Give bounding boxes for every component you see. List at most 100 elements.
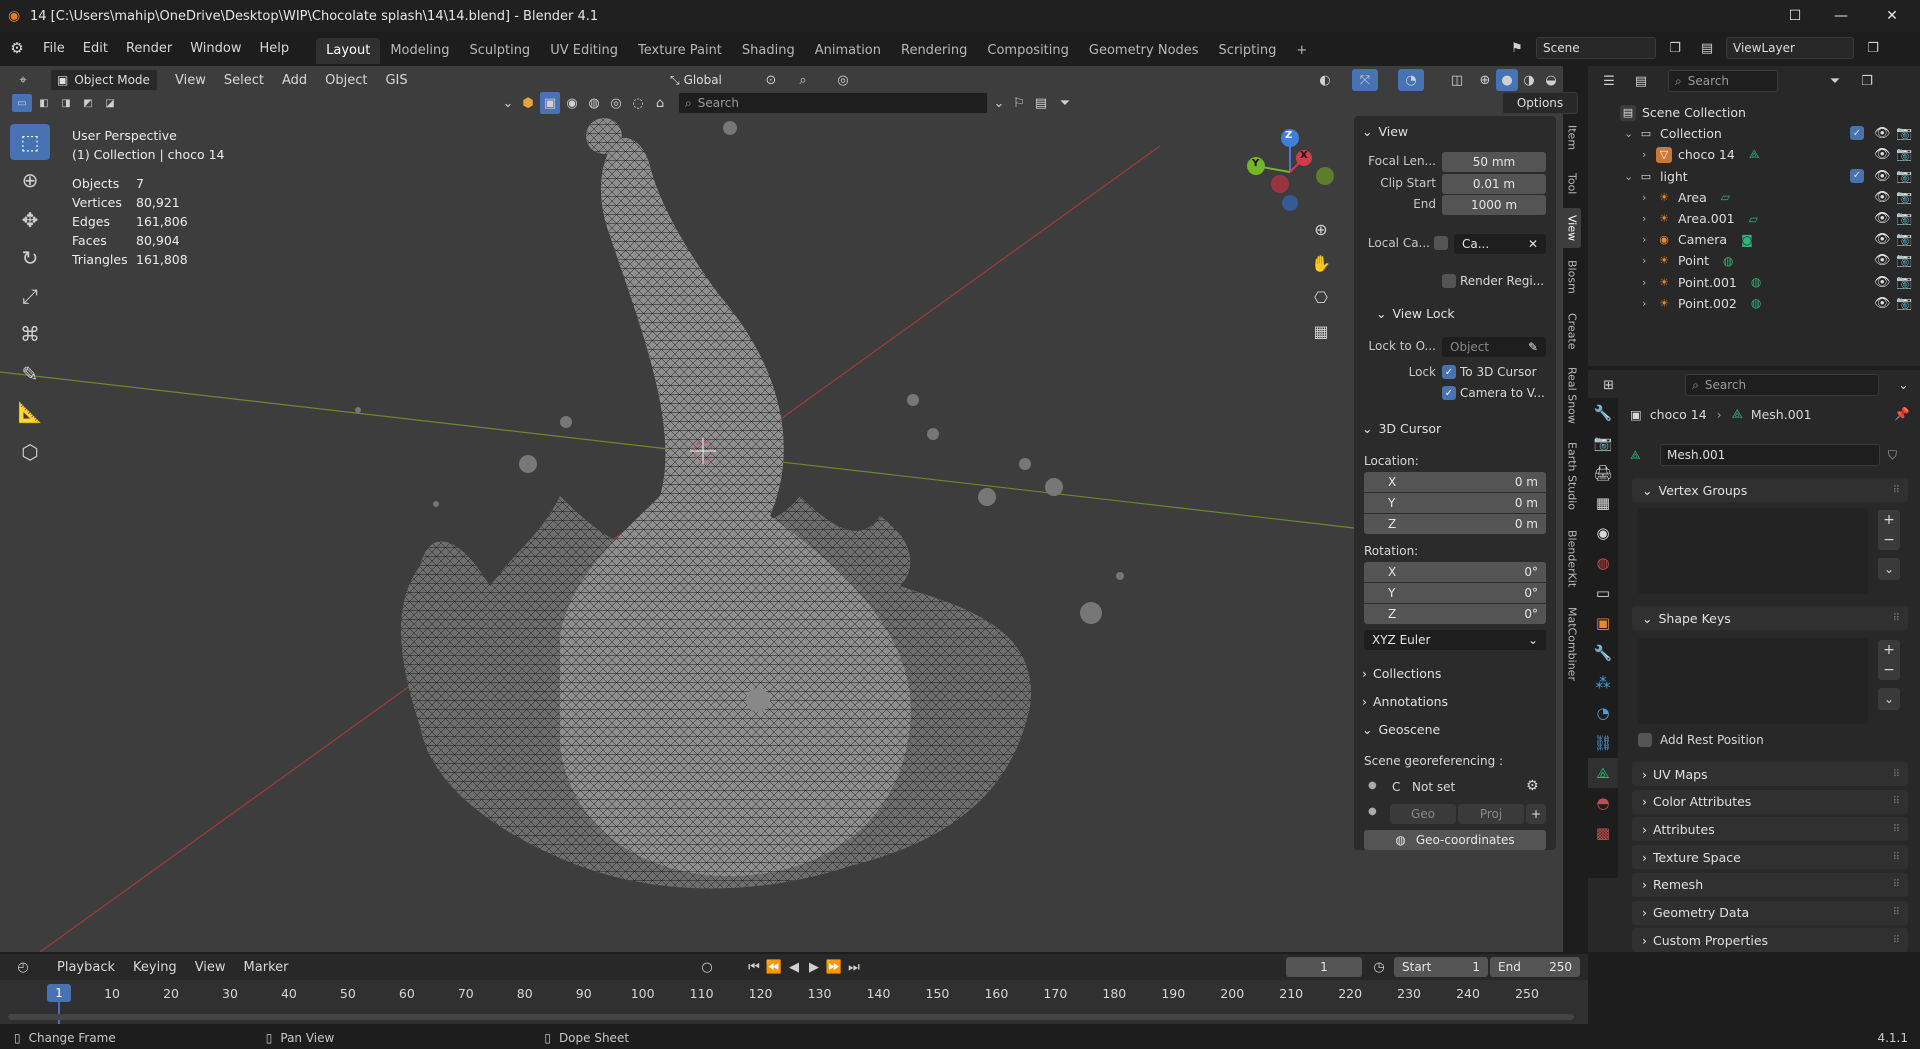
- view-lock-header[interactable]: ⌄ View Lock: [1376, 306, 1455, 321]
- geoscene-section-header[interactable]: ⌄ Geoscene: [1362, 722, 1440, 737]
- properties-editor-icon[interactable]: ⊞: [1596, 374, 1621, 396]
- mesh-browse-icon[interactable]: ⟁: [1630, 448, 1654, 463]
- minimize-button[interactable]: —: [1818, 0, 1864, 32]
- add-cube-tool-icon[interactable]: ⬡: [10, 434, 50, 470]
- modifier-tab-icon[interactable]: 🔧: [1588, 638, 1618, 668]
- editor-type-icon[interactable]: ⌖: [10, 69, 36, 91]
- vp-menu-gis[interactable]: GIS: [376, 73, 416, 88]
- geo-button[interactable]: Geo: [1390, 804, 1456, 824]
- rotate-tool-icon[interactable]: ↻: [10, 240, 50, 276]
- expand-toggle-icon[interactable]: ›: [1642, 297, 1656, 310]
- filter-camera-icon[interactable]: ◍: [584, 92, 604, 114]
- vp-menu-view[interactable]: View: [166, 73, 215, 88]
- new-scene-icon[interactable]: ❐: [1662, 37, 1688, 59]
- zoom-icon[interactable]: ⊕: [1308, 216, 1334, 242]
- tab-blosm[interactable]: Blosm: [1563, 252, 1581, 302]
- mode-selector[interactable]: ▣ Object Mode: [50, 69, 158, 91]
- viewport-search-input[interactable]: ⌕ Search: [678, 92, 988, 114]
- tab-texture-paint[interactable]: Texture Paint: [628, 38, 732, 64]
- menu-help[interactable]: Help: [251, 41, 299, 56]
- filter-extra-icon[interactable]: ⌂: [650, 92, 670, 114]
- geo-coordinates-button[interactable]: ◍ Geo-coordinates: [1364, 830, 1546, 850]
- outliner-filter-icon[interactable]: ⏷: [1822, 70, 1848, 92]
- scene-tab-icon[interactable]: ◉: [1588, 518, 1618, 548]
- panel-header-uv-maps[interactable]: › UV Maps ⠿: [1632, 762, 1908, 786]
- expand-toggle-icon[interactable]: ›: [1642, 191, 1656, 204]
- scene-selector[interactable]: Scene: [1536, 37, 1656, 59]
- dropdown-icon[interactable]: ⌄: [500, 92, 516, 114]
- timeline-menu-marker[interactable]: Marker: [235, 960, 298, 975]
- panel-header-texture-space[interactable]: › Texture Space ⠿: [1632, 845, 1908, 870]
- view-layer-selector[interactable]: ViewLayer: [1726, 37, 1854, 59]
- properties-search-input[interactable]: ⌕ Search: [1685, 374, 1879, 396]
- light-data-icon[interactable]: ◍: [1723, 254, 1733, 268]
- tab-real-snow[interactable]: Real Snow: [1563, 360, 1581, 430]
- cursor-tool-icon[interactable]: ⊕: [10, 162, 50, 198]
- tab-modeling[interactable]: Modeling: [380, 38, 459, 64]
- drag-grip-icon[interactable]: ⠿: [1893, 907, 1900, 918]
- select-subtract-icon[interactable]: ◨: [56, 94, 76, 112]
- outliner-row[interactable]: › ◉ Camera ◙ 👁 📷: [1588, 229, 1920, 250]
- annotate-tool-icon[interactable]: ✎: [10, 356, 50, 392]
- drag-grip-icon[interactable]: ⠿: [1893, 796, 1900, 807]
- close-button[interactable]: ✕: [1864, 0, 1920, 32]
- vp-menu-select[interactable]: Select: [215, 73, 273, 88]
- options-button[interactable]: Options: [1502, 92, 1578, 114]
- preview-range-icon[interactable]: ◷: [1366, 956, 1392, 978]
- add-workspace-button[interactable]: +: [1286, 38, 1317, 64]
- sort-icon[interactable]: ▤: [1030, 92, 1052, 114]
- collections-section-header[interactable]: › Collections: [1362, 666, 1441, 681]
- tab-item[interactable]: Item: [1563, 116, 1581, 160]
- camera-to-view-checkbox[interactable]: ✓: [1442, 386, 1456, 400]
- outliner-row[interactable]: › ☀ Point.002 ◍ 👁 📷: [1588, 293, 1920, 314]
- expand-toggle-icon[interactable]: ⌄: [1624, 170, 1638, 183]
- scene-icon[interactable]: ⚑: [1504, 37, 1530, 59]
- annotations-section-header[interactable]: › Annotations: [1362, 694, 1448, 709]
- material-tab-icon[interactable]: ◓: [1588, 788, 1618, 818]
- tab-layout[interactable]: Layout: [316, 38, 381, 64]
- visibility-eye-icon[interactable]: 👁: [1874, 232, 1891, 247]
- outliner-row[interactable]: › ☀ Point ◍ 👁 📷: [1588, 250, 1920, 271]
- shape-key-menu-icon[interactable]: ⌄: [1878, 688, 1900, 710]
- shape-keys-list[interactable]: [1638, 638, 1868, 724]
- exclude-checkbox[interactable]: ✓: [1850, 168, 1864, 183]
- select-invert-icon[interactable]: ◩: [78, 94, 98, 112]
- shape-keys-panel-header[interactable]: ⌄ Shape Keys ⠿: [1632, 606, 1908, 630]
- expand-toggle-icon[interactable]: ›: [1642, 233, 1656, 246]
- search-dropdown-icon[interactable]: ⌄: [990, 92, 1008, 114]
- mesh-name-field[interactable]: Mesh.001: [1660, 444, 1880, 466]
- gizmo-y-label[interactable]: Y: [1252, 158, 1259, 169]
- current-frame-field[interactable]: 1: [1286, 957, 1362, 977]
- outliner-editor-icon[interactable]: ☰: [1596, 70, 1622, 92]
- panel-header-color-attributes[interactable]: › Color Attributes ⠿: [1632, 789, 1908, 814]
- panel-header-custom-properties[interactable]: › Custom Properties ⠿: [1632, 928, 1908, 953]
- camera-view-icon[interactable]: ⎔: [1308, 284, 1334, 310]
- render-camera-icon[interactable]: 📷: [1896, 253, 1912, 268]
- outliner-row[interactable]: ▤ Scene Collection: [1588, 102, 1920, 123]
- timeline[interactable]: 1 10 20 30 40 50 60 70 80 90 100 110 120 130 140 150 16…: [0, 980, 1588, 1024]
- light-data-icon[interactable]: ▱: [1749, 212, 1758, 226]
- visibility-eye-icon[interactable]: 👁: [1874, 169, 1891, 184]
- vp-menu-object[interactable]: Object: [316, 73, 376, 88]
- move-tool-icon[interactable]: ✥: [10, 202, 50, 238]
- visibility-eye-icon[interactable]: 👁: [1874, 190, 1891, 205]
- proportional-edit-icon[interactable]: ◎: [830, 69, 856, 91]
- properties-options-icon[interactable]: ⌄: [1891, 374, 1916, 396]
- light-data-icon[interactable]: ◍: [1751, 296, 1761, 310]
- add-remove-shape-key[interactable]: + −: [1878, 640, 1900, 680]
- timeline-menu-playback[interactable]: Playback: [48, 960, 124, 975]
- expand-toggle-icon[interactable]: ⌄: [1624, 127, 1638, 140]
- gizmo-toggle-icon[interactable]: ⤧: [1352, 69, 1378, 91]
- vp-menu-add[interactable]: Add: [273, 73, 316, 88]
- view-layer-icon[interactable]: ▤: [1694, 37, 1720, 59]
- menu-file[interactable]: File: [34, 41, 74, 56]
- select-extend-icon[interactable]: ◧: [34, 94, 54, 112]
- outliner-row[interactable]: › ☀ Area.001 ▱ 👁 📷: [1588, 208, 1920, 229]
- outliner-row[interactable]: › ☀ Point.001 ◍ 👁 📷: [1588, 272, 1920, 293]
- render-camera-icon[interactable]: 📷: [1896, 190, 1912, 205]
- tab-shading[interactable]: Shading: [732, 38, 805, 64]
- physics-tab-icon[interactable]: ◔: [1588, 698, 1618, 728]
- cursor-location-z[interactable]: Z0 m: [1364, 514, 1546, 534]
- timeline-editor-icon[interactable]: ◴: [10, 956, 36, 978]
- pan-hand-icon[interactable]: ✋: [1308, 250, 1334, 276]
